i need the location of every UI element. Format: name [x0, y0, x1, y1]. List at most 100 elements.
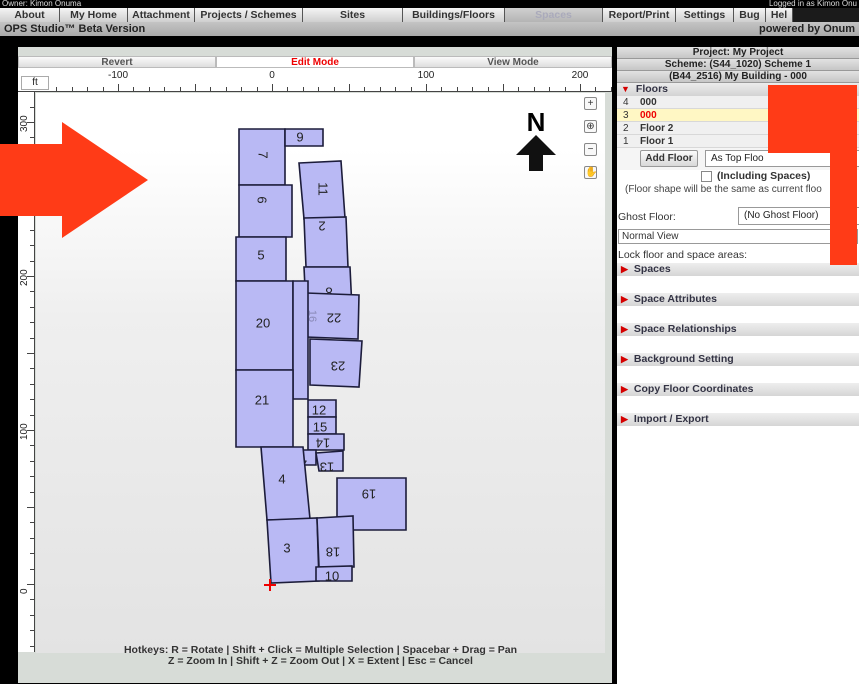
space-7[interactable]: 7 — [238, 128, 286, 186]
menu-item-my-home[interactable]: My Home — [60, 8, 128, 22]
space-10[interactable]: 10 — [315, 565, 353, 583]
space-15[interactable]: 15 — [307, 416, 337, 435]
space-label: 22 — [327, 311, 341, 326]
x-ruler-tick — [472, 87, 474, 91]
annotation-arrow-down-icon — [768, 85, 857, 265]
including-spaces-checkbox[interactable] — [701, 171, 712, 182]
space-11[interactable]: 11 — [298, 160, 346, 220]
x-ruler-tick — [549, 87, 551, 91]
menu-item-hel[interactable]: Hel — [766, 8, 793, 22]
space-14[interactable]: 14 — [307, 433, 345, 451]
menu-item-sites[interactable]: Sites — [303, 8, 403, 22]
owner-label: Owner: Kimon Onuma — [2, 0, 82, 8]
space-label: 15 — [313, 419, 327, 434]
space-6[interactable]: 6 — [238, 184, 293, 238]
unit-label: ft — [21, 76, 49, 90]
menu-item-projects-schemes[interactable]: Projects / Schemes — [195, 8, 303, 22]
menu-item-spaces[interactable]: Spaces — [505, 8, 603, 22]
y-ruler-tick — [30, 599, 34, 601]
x-ruler-tick — [164, 87, 166, 91]
lock-areas-label: Lock floor and space areas: — [618, 249, 747, 261]
floor-number: 1 — [623, 136, 629, 147]
x-ruler-tick — [118, 84, 119, 91]
space-shape[interactable] — [284, 128, 324, 147]
space-shape[interactable] — [292, 280, 309, 400]
space-18[interactable]: 18 — [316, 515, 355, 568]
x-ruler-tick — [56, 87, 58, 91]
zoom-in-icon[interactable]: + — [584, 97, 597, 110]
menu-item-attachment[interactable]: Attachment — [128, 8, 195, 22]
x-ruler-tick — [379, 87, 381, 91]
space-21[interactable]: 21 — [235, 369, 294, 448]
x-ruler-tick — [487, 87, 489, 91]
owner-bar: Owner: Kimon Onuma Logged in as Kimon On… — [0, 0, 859, 8]
section-label: Spaces — [633, 263, 671, 275]
x-ruler-tick — [395, 87, 397, 91]
zoom-out-icon[interactable]: − — [584, 143, 597, 156]
y-axis-label: 100 — [19, 423, 30, 440]
section-import-export[interactable]: ▶ Import / Export — [617, 413, 859, 426]
space-13[interactable]: 13 — [315, 450, 344, 475]
zoom-extent-icon[interactable]: ⊕ — [584, 120, 597, 133]
space-12[interactable]: 12 — [307, 399, 337, 418]
edit-mode-button[interactable]: Edit Mode — [216, 56, 414, 68]
space-shape[interactable] — [238, 184, 293, 238]
scheme-header[interactable]: Scheme: (S44_1020) Scheme 1 — [617, 59, 859, 71]
annotation-arrow-right-icon — [0, 122, 148, 238]
hotkeys-help: Hotkeys: R = Rotate | Shift + Click = Mu… — [36, 645, 605, 675]
space-shape[interactable] — [266, 517, 320, 584]
menu-item-bug[interactable]: Bug — [734, 8, 766, 22]
x-axis-label: -100 — [107, 70, 129, 81]
x-axis-label: 0 — [269, 70, 275, 81]
y-ruler-tick — [30, 322, 34, 324]
add-floor-button[interactable]: Add Floor — [640, 150, 698, 167]
x-ruler-tick — [195, 84, 196, 91]
space-3[interactable]: 3 — [266, 517, 320, 584]
floor-name: Floor 2 — [640, 123, 674, 134]
y-ruler-tick — [30, 537, 34, 539]
space-label: 19 — [362, 487, 376, 502]
x-ruler-tick — [71, 87, 73, 91]
section-space-attributes[interactable]: ▶ Space Attributes — [617, 293, 859, 306]
building-header[interactable]: (B44_2516) My Building - 000 — [617, 71, 859, 83]
revert-button[interactable]: Revert — [18, 56, 216, 68]
section-background-setting[interactable]: ▶ Background Setting — [617, 353, 859, 366]
y-axis-label: 0 — [19, 588, 30, 594]
section-copy-floor-coordinates[interactable]: ▶ Copy Floor Coordinates — [617, 383, 859, 396]
space-label: 21 — [255, 392, 269, 407]
floor-name: 000 — [640, 97, 657, 108]
x-ruler-tick — [287, 87, 289, 91]
title-bar: OPS Studio™ Beta Version powered by Onum — [0, 22, 859, 36]
x-axis-label: 200 — [571, 70, 589, 81]
menu-item-buildings-floors[interactable]: Buildings/Floors — [403, 8, 505, 22]
menu-item-about[interactable]: About — [0, 8, 60, 22]
project-header[interactable]: Project: My Project — [617, 47, 859, 59]
y-ruler-tick — [27, 507, 34, 508]
space-4[interactable]: 4 — [260, 446, 311, 521]
space-5[interactable]: 5 — [235, 236, 287, 282]
y-ruler-tick — [30, 630, 34, 632]
y-ruler-tick — [30, 337, 34, 339]
y-ruler-tick — [30, 368, 34, 370]
menu-item-settings[interactable]: Settings — [676, 8, 734, 22]
space-label: 7 — [256, 151, 271, 158]
space-23[interactable]: 23 — [309, 338, 363, 388]
space-label: 18 — [326, 545, 340, 560]
space-9[interactable]: 9 — [284, 128, 324, 147]
y-ruler-tick — [30, 645, 34, 647]
x-ruler-tick — [426, 84, 427, 91]
space-shape[interactable] — [235, 369, 294, 448]
space-label: 5 — [257, 247, 264, 262]
space-20[interactable]: 20 — [235, 280, 294, 371]
x-ruler-tick — [148, 87, 150, 91]
view-mode-button[interactable]: View Mode — [414, 56, 612, 68]
y-ruler-tick — [27, 584, 34, 585]
pan-hand-icon[interactable]: ✋ — [584, 166, 597, 179]
x-ruler-tick — [241, 87, 243, 91]
menu-item-report-print[interactable]: Report/Print — [603, 8, 676, 22]
floor-number: 4 — [623, 97, 629, 108]
space-2[interactable]: 2 — [303, 216, 349, 268]
collapsed-triangle-icon: ▶ — [621, 384, 628, 394]
space-label: 13 — [320, 460, 334, 475]
section-space-relationships[interactable]: ▶ Space Relationships — [617, 323, 859, 336]
